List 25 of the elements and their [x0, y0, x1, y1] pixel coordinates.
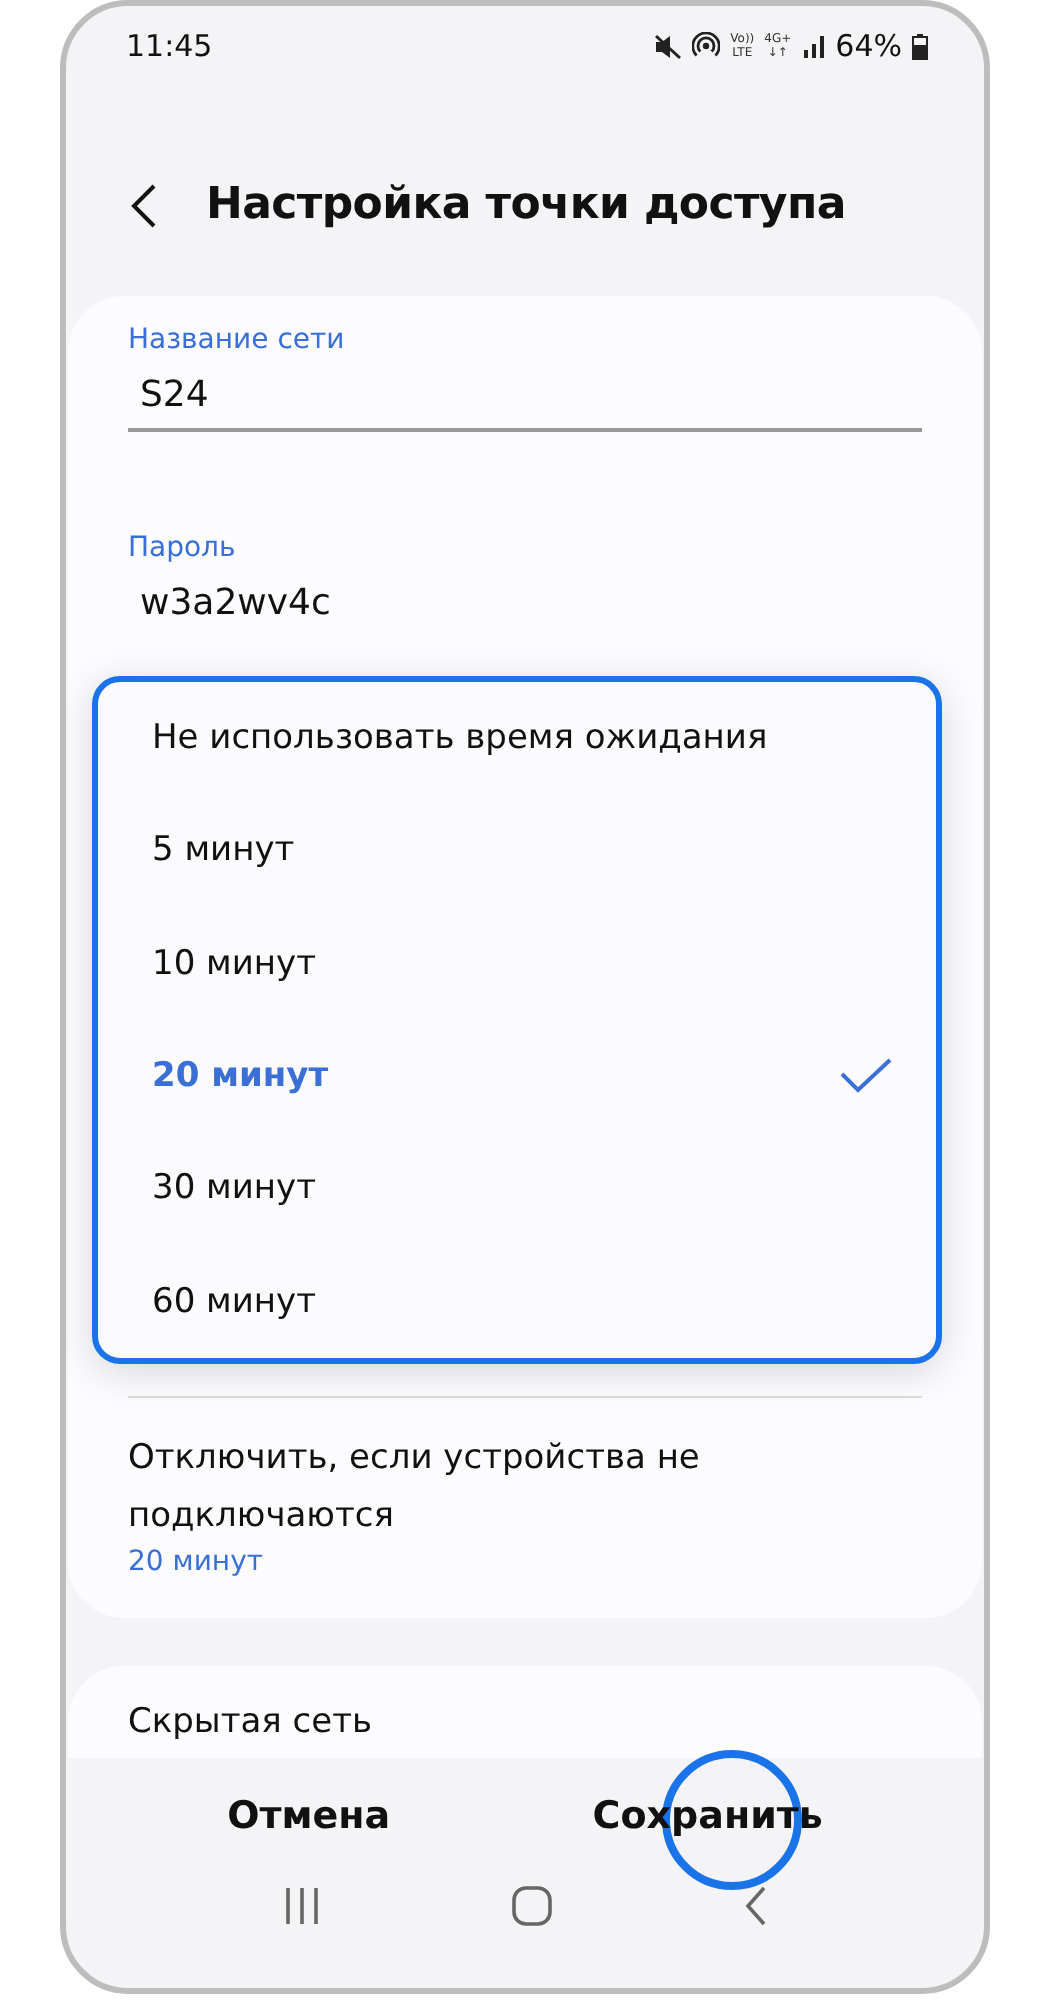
- input-field[interactable]: w3a2wv4c: [128, 564, 922, 636]
- battery-percent: 64%: [835, 28, 902, 64]
- menu-option[interactable]: 20 минут: [152, 1022, 892, 1131]
- setting-title[interactable]: Скрытая сеть: [128, 1702, 373, 1742]
- status-time: 11:45: [126, 28, 213, 64]
- input-field[interactable]: S24: [128, 356, 922, 432]
- setting-summary: 20 минут: [128, 1546, 266, 1578]
- mute-icon: [654, 33, 683, 59]
- menu-option[interactable]: 10 минут: [152, 909, 892, 1018]
- page-title: Настройка точки доступа: [206, 180, 846, 230]
- back-icon[interactable]: [130, 181, 158, 229]
- home-icon[interactable]: [512, 1886, 553, 1926]
- battery-icon: [912, 33, 928, 59]
- menu-option[interactable]: 5 минут: [152, 796, 892, 905]
- field-label: Пароль: [128, 532, 238, 564]
- signal-icon: [801, 34, 826, 58]
- setting-title[interactable]: Отключить, если устройства не подключаются: [128, 1430, 922, 1546]
- menu-option[interactable]: 60 минут: [152, 1247, 892, 1356]
- menu-option[interactable]: 30 минут: [152, 1134, 892, 1243]
- field-label: Название сети: [128, 324, 347, 356]
- action-button[interactable]: Отмена: [207, 1766, 411, 1866]
- hotspot-icon: [692, 32, 721, 60]
- menu-option[interactable]: Не использовать время ожидания: [152, 684, 892, 793]
- check-icon: [840, 1058, 892, 1095]
- recents-icon[interactable]: [281, 1886, 322, 1926]
